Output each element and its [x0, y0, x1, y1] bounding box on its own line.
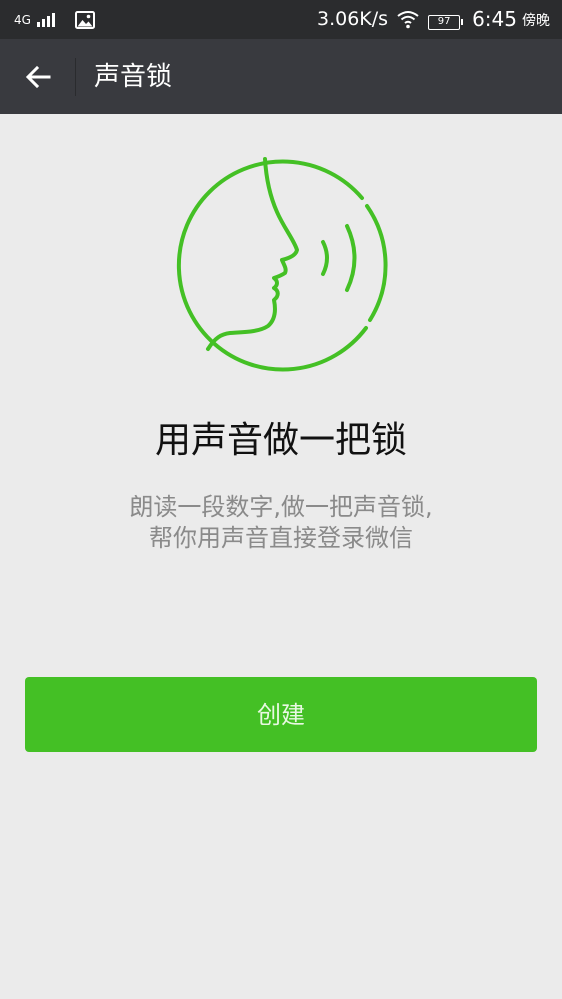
nav-bar: 声音锁 [0, 39, 562, 114]
status-bar: 4G 3.06K/s 97 6:45 傍晚 [0, 0, 562, 39]
clock: 6:45 [472, 7, 517, 31]
main-content: 用声音做一把锁 朗读一段数字,做一把声音锁, 帮你用声音直接登录微信 创建 [0, 114, 562, 999]
back-button[interactable] [14, 53, 62, 101]
network-speed: 3.06K/s [317, 8, 389, 30]
description-line-1: 朗读一段数字,做一把声音锁, [129, 493, 433, 521]
battery-icon: 97 [428, 14, 464, 30]
battery-wrap: 97 [428, 9, 464, 30]
signal-icon [36, 13, 55, 27]
network-type: 4G [14, 13, 31, 27]
create-button[interactable]: 创建 [25, 677, 537, 752]
page-title: 声音锁 [94, 62, 173, 92]
face-voice-icon [176, 157, 388, 372]
wifi-icon [397, 11, 419, 29]
time-period: 傍晚 [522, 13, 550, 29]
description: 朗读一段数字,做一把声音锁, 帮你用声音直接登录微信 [0, 492, 562, 554]
headline: 用声音做一把锁 [154, 420, 407, 461]
status-left: 4G [14, 9, 95, 31]
gallery-icon [74, 11, 95, 29]
arrow-left-icon [25, 65, 51, 89]
status-right: 3.06K/s 97 6:45 傍晚 [317, 5, 550, 33]
description-line-2: 帮你用声音直接登录微信 [149, 524, 413, 552]
nav-divider [75, 58, 76, 96]
